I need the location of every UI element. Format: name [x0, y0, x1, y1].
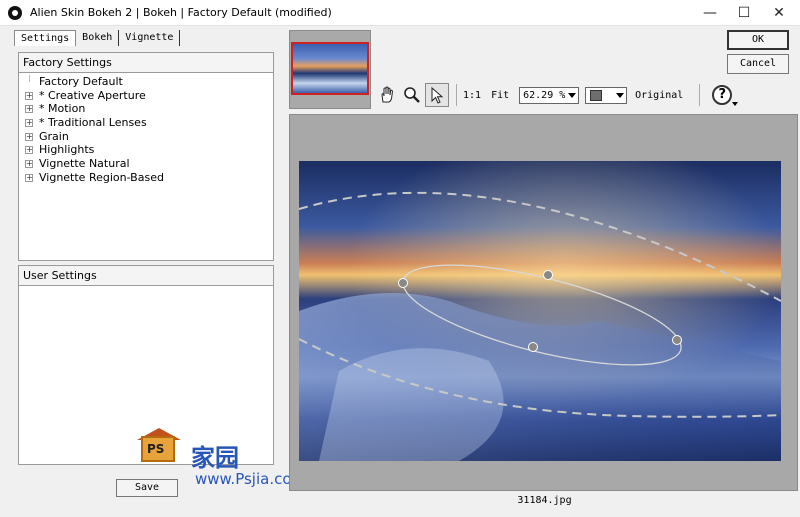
- expand-icon[interactable]: +: [25, 132, 33, 141]
- focus-handle-top[interactable]: [543, 270, 553, 280]
- factory-settings-panel: Factory Settings Factory Default + * Cre…: [18, 52, 274, 261]
- preset-group-vignette-natural[interactable]: + Vignette Natural: [25, 157, 273, 171]
- preset-label: * Creative Aperture: [39, 88, 146, 102]
- pointer-icon[interactable]: [425, 83, 449, 107]
- save-button[interactable]: Save: [116, 479, 178, 497]
- tab-settings[interactable]: Settings: [14, 30, 77, 46]
- zoom-fit-button[interactable]: Fit: [491, 90, 509, 101]
- expand-icon[interactable]: +: [25, 105, 33, 114]
- zoom-1to1-button[interactable]: 1:1: [463, 90, 481, 101]
- help-button[interactable]: ?: [706, 82, 739, 108]
- preset-factory-default[interactable]: Factory Default: [25, 75, 273, 89]
- toolbar-separator: [456, 84, 457, 106]
- tab-bar: Settings Bokeh Vignette: [14, 30, 181, 46]
- thumbnail-panel: [289, 30, 371, 109]
- title-bar: Alien Skin Bokeh 2 | Bokeh | Factory Def…: [0, 0, 800, 26]
- preset-label: * Motion: [39, 102, 86, 116]
- expand-icon[interactable]: +: [25, 173, 33, 182]
- preset-label: Grain: [39, 129, 69, 143]
- preview-filename: 31184.jpg: [517, 495, 572, 506]
- zoom-select[interactable]: 62.29 %: [519, 86, 580, 104]
- preset-label: Vignette Natural: [39, 157, 130, 171]
- hand-icon[interactable]: [375, 83, 399, 107]
- close-button[interactable]: ✕: [762, 0, 796, 26]
- house-logo-icon: PS: [135, 428, 183, 468]
- expand-icon[interactable]: +: [25, 91, 33, 100]
- preset-label: Factory Default: [39, 75, 123, 88]
- tree-line-icon: [29, 75, 30, 82]
- preset-label: * Traditional Lenses: [39, 116, 147, 130]
- preset-group-creative-aperture[interactable]: + * Creative Aperture: [25, 89, 273, 103]
- expand-icon[interactable]: +: [25, 160, 33, 169]
- factory-settings-tree: Factory Default + * Creative Aperture + …: [19, 73, 273, 185]
- original-button[interactable]: Original: [635, 90, 683, 101]
- focus-handle-right[interactable]: [672, 335, 682, 345]
- preset-label: Highlights: [39, 143, 95, 157]
- factory-settings-header: Factory Settings: [19, 53, 273, 73]
- zoom-value: 62.29 %: [523, 89, 566, 101]
- help-icon: ?: [712, 85, 733, 105]
- preset-group-grain[interactable]: + Grain: [25, 130, 273, 144]
- watermark-chinese: 家园: [191, 444, 239, 472]
- preset-group-motion[interactable]: + * Motion: [25, 102, 273, 116]
- minimize-button[interactable]: —: [693, 0, 727, 26]
- expand-icon[interactable]: +: [25, 146, 33, 155]
- chevron-down-icon: [568, 92, 577, 98]
- color-swatch: [590, 89, 603, 101]
- maximize-button[interactable]: ☐: [727, 0, 761, 26]
- watermark-ps: PS: [147, 442, 165, 456]
- window-title: Alien Skin Bokeh 2 | Bokeh | Factory Def…: [30, 6, 332, 19]
- user-settings-header: User Settings: [19, 266, 273, 286]
- preview-image[interactable]: [299, 161, 781, 461]
- focus-handle-left[interactable]: [398, 278, 408, 288]
- tab-vignette[interactable]: Vignette: [119, 30, 181, 46]
- ok-button[interactable]: OK: [727, 30, 789, 50]
- preset-group-traditional-lenses[interactable]: + * Traditional Lenses: [25, 116, 273, 130]
- preset-group-vignette-region-based[interactable]: + Vignette Region-Based: [25, 171, 273, 185]
- cancel-button[interactable]: Cancel: [727, 54, 789, 74]
- expand-icon[interactable]: +: [25, 119, 33, 128]
- app-icon: [8, 6, 22, 20]
- preview-area: 31184.jpg: [289, 114, 798, 506]
- chevron-down-icon: [732, 102, 739, 106]
- focus-handle-bottom[interactable]: [528, 342, 538, 352]
- toolbar-separator: [699, 84, 701, 106]
- tab-bokeh[interactable]: Bokeh: [76, 30, 120, 46]
- magnifier-icon[interactable]: [400, 83, 424, 107]
- chevron-down-icon: [616, 92, 625, 98]
- navigator-thumbnail[interactable]: [291, 42, 369, 95]
- background-color-select[interactable]: [585, 86, 628, 104]
- preset-label: Vignette Region-Based: [39, 170, 164, 184]
- focus-region-overlay[interactable]: [299, 161, 781, 461]
- preview-toolbar: 1:1 Fit 62.29 % Original ?: [375, 82, 739, 108]
- preset-group-highlights[interactable]: + Highlights: [25, 143, 273, 157]
